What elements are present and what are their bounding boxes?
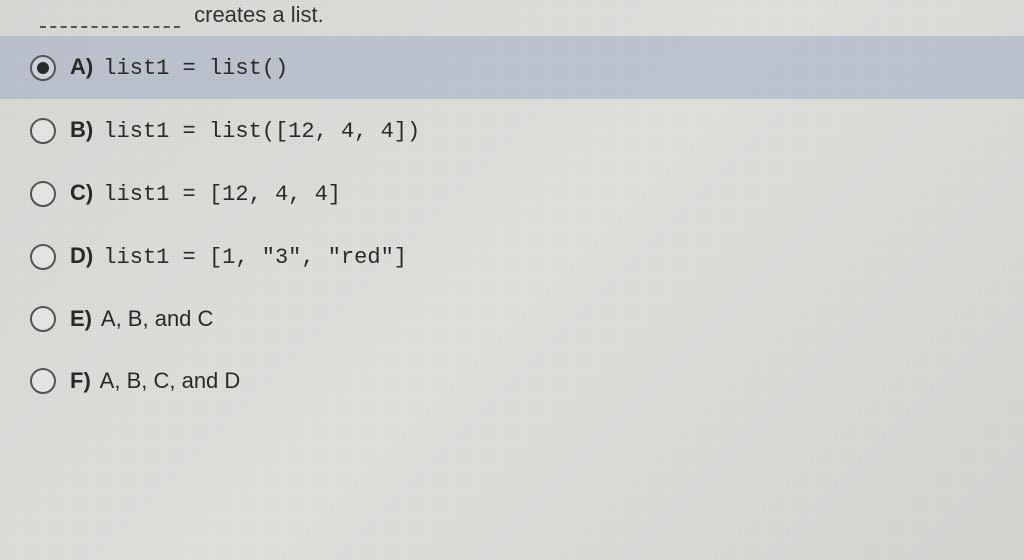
radio-icon xyxy=(30,181,56,207)
option-f[interactable]: F) A, B, C, and D xyxy=(0,350,1024,412)
radio-icon xyxy=(30,306,56,332)
options-list: A) list1 = list() B) list1 = list([12, 4… xyxy=(0,36,1024,412)
option-e[interactable]: E) A, B, and C xyxy=(0,288,1024,350)
option-text: A, B, C, and D xyxy=(100,368,241,393)
option-letter: F) xyxy=(70,368,91,393)
option-b[interactable]: B) list1 = list([12, 4, 4]) xyxy=(0,99,1024,162)
option-text: list1 = list([12, 4, 4]) xyxy=(103,119,420,144)
option-d[interactable]: D) list1 = [1, "3", "red"] xyxy=(0,225,1024,288)
radio-icon xyxy=(30,55,56,81)
option-letter: B) xyxy=(70,117,93,142)
fill-blank xyxy=(40,10,180,28)
option-text: list1 = [1, "3", "red"] xyxy=(103,245,407,270)
option-c[interactable]: C) list1 = [12, 4, 4] xyxy=(0,162,1024,225)
option-letter: A) xyxy=(70,54,93,79)
option-text: list1 = [12, 4, 4] xyxy=(103,182,341,207)
radio-icon xyxy=(30,368,56,394)
option-a[interactable]: A) list1 = list() xyxy=(0,36,1024,99)
question-prompt: creates a list. xyxy=(0,0,1024,36)
question-text: creates a list. xyxy=(194,2,324,27)
option-letter: C) xyxy=(70,180,93,205)
option-letter: E) xyxy=(70,306,92,331)
radio-icon xyxy=(30,118,56,144)
option-letter: D) xyxy=(70,243,93,268)
option-text: A, B, and C xyxy=(101,306,214,331)
option-text: list1 = list() xyxy=(103,56,288,81)
radio-icon xyxy=(30,244,56,270)
